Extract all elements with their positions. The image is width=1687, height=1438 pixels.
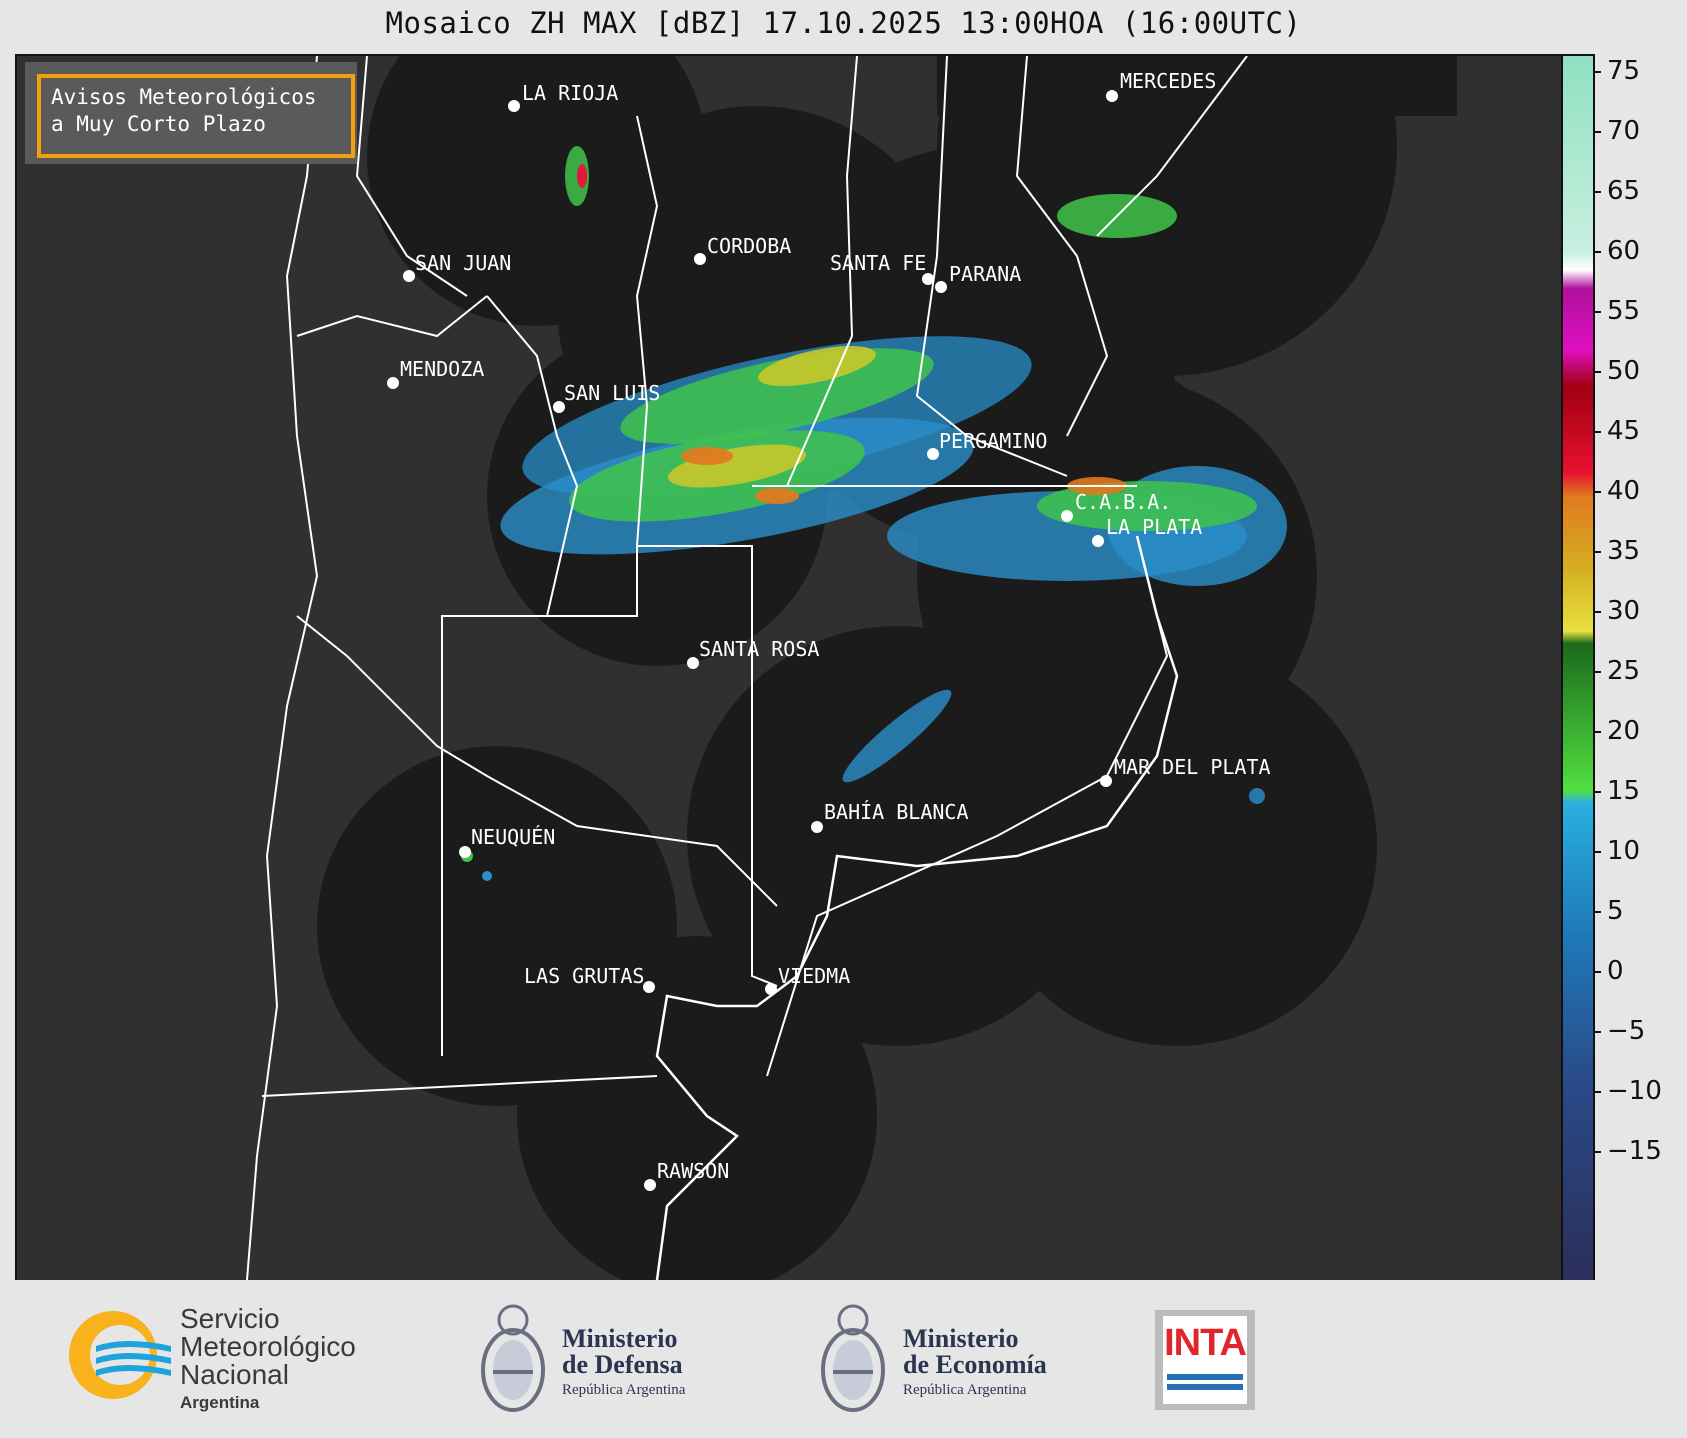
city-mendoza: MENDOZA [387,357,484,389]
tick-0: 0 [1593,956,1624,986]
tick-35: 35 [1593,536,1640,566]
smn-line3: Nacional [180,1359,289,1390]
defensa-line1: Ministerio [562,1324,678,1353]
tick-70: 70 [1593,116,1640,146]
inta-logo: INTA [1155,1310,1255,1410]
smn-line1: Servicio [180,1303,280,1334]
radar-map-canvas: LA RIOJA MERCEDES CORDOBA SAN JUAN SANTA… [246,56,1457,1280]
radar-coverage [317,56,1457,1280]
colorbar-ticks: 75 70 65 60 55 50 45 40 35 30 25 20 15 1… [1593,54,1687,1278]
smn-line4: Argentina [180,1393,260,1412]
tick-55: 55 [1593,296,1640,326]
svg-text:BAHÍA BLANCA: BAHÍA BLANCA [824,800,969,824]
defensa-sub: República Argentina [562,1382,686,1398]
smn-logo-icon [66,1308,176,1402]
tick-25: 25 [1593,656,1640,686]
tick-minus-5: −5 [1593,1016,1645,1046]
tick-15: 15 [1593,776,1640,806]
economia-line2: de Economía [903,1350,1047,1379]
svg-text:C.A.B.A.: C.A.B.A. [1075,490,1171,514]
coverage-mar-del-plata [977,646,1377,1046]
svg-text:SANTA FE: SANTA FE [830,251,926,275]
defensa-line2: de Defensa [562,1350,683,1379]
svg-text:SAN JUAN: SAN JUAN [415,251,511,275]
tick-minus-10: −10 [1593,1076,1662,1106]
economia-sub: República Argentina [903,1382,1027,1398]
svg-text:NEUQUÉN: NEUQUÉN [471,825,555,849]
svg-text:MENDOZA: MENDOZA [400,357,484,381]
tick-minus-15: −15 [1593,1136,1662,1166]
svg-text:RAWSON: RAWSON [657,1159,729,1183]
svg-text:MAR DEL PLATA: MAR DEL PLATA [1114,755,1271,779]
svg-text:LAS GRUTAS: LAS GRUTAS [524,964,644,988]
tick-50: 50 [1593,356,1640,386]
tick-45: 45 [1593,416,1640,446]
svg-text:PERGAMINO: PERGAMINO [939,429,1047,453]
inta-stripe-1 [1167,1374,1243,1380]
svg-text:LA PLATA: LA PLATA [1106,515,1202,539]
avisos-line1: Avisos Meteorológicos [51,85,317,109]
inta-wordmark: INTA [1164,1322,1247,1364]
svg-text:VIEDMA: VIEDMA [778,964,850,988]
economia-seal-icon [818,1298,888,1418]
svg-text:MERCEDES: MERCEDES [1120,69,1216,93]
svg-text:SANTA ROSA: SANTA ROSA [699,637,819,661]
tick-20: 20 [1593,716,1640,746]
radar-map[interactable]: LA RIOJA MERCEDES CORDOBA SAN JUAN SANTA… [15,54,1565,1282]
tick-60: 60 [1593,236,1640,266]
svg-text:SAN LUIS: SAN LUIS [564,381,660,405]
smn-line2: Meteorológico [180,1331,356,1362]
tick-75: 75 [1593,56,1640,86]
defensa-logo-text: Ministerio de Defensa República Argentin… [562,1326,685,1399]
tick-10: 10 [1593,836,1640,866]
svg-text:LA RIOJA: LA RIOJA [522,81,618,105]
tick-65: 65 [1593,176,1640,206]
reflectivity-colorbar [1561,54,1595,1282]
tick-5: 5 [1593,896,1624,926]
smn-logo-text: Servicio Meteorológico Nacional Argentin… [180,1305,356,1417]
avisos-link[interactable]: Avisos Meteorológicos a Muy Corto Plazo [37,74,355,158]
tick-30: 30 [1593,596,1640,626]
avisos-panel[interactable]: Avisos Meteorológicos a Muy Corto Plazo [25,62,357,164]
svg-text:PARANA: PARANA [949,262,1021,286]
avisos-line2: a Muy Corto Plazo [51,112,266,136]
inta-stripe-2 [1167,1384,1243,1390]
defensa-seal-icon [478,1298,548,1418]
svg-text:CORDOBA: CORDOBA [707,234,791,258]
economia-logo-text: Ministerio de Economía República Argenti… [903,1326,1047,1399]
map-title: Mosaico ZH MAX [dBZ] 17.10.2025 13:00HOA… [385,6,1302,40]
economia-line1: Ministerio [903,1324,1019,1353]
footer-logos: Servicio Meteorológico Nacional Argentin… [0,1280,1687,1438]
tick-40: 40 [1593,476,1640,506]
colorbar-gradient [1563,56,1593,1280]
